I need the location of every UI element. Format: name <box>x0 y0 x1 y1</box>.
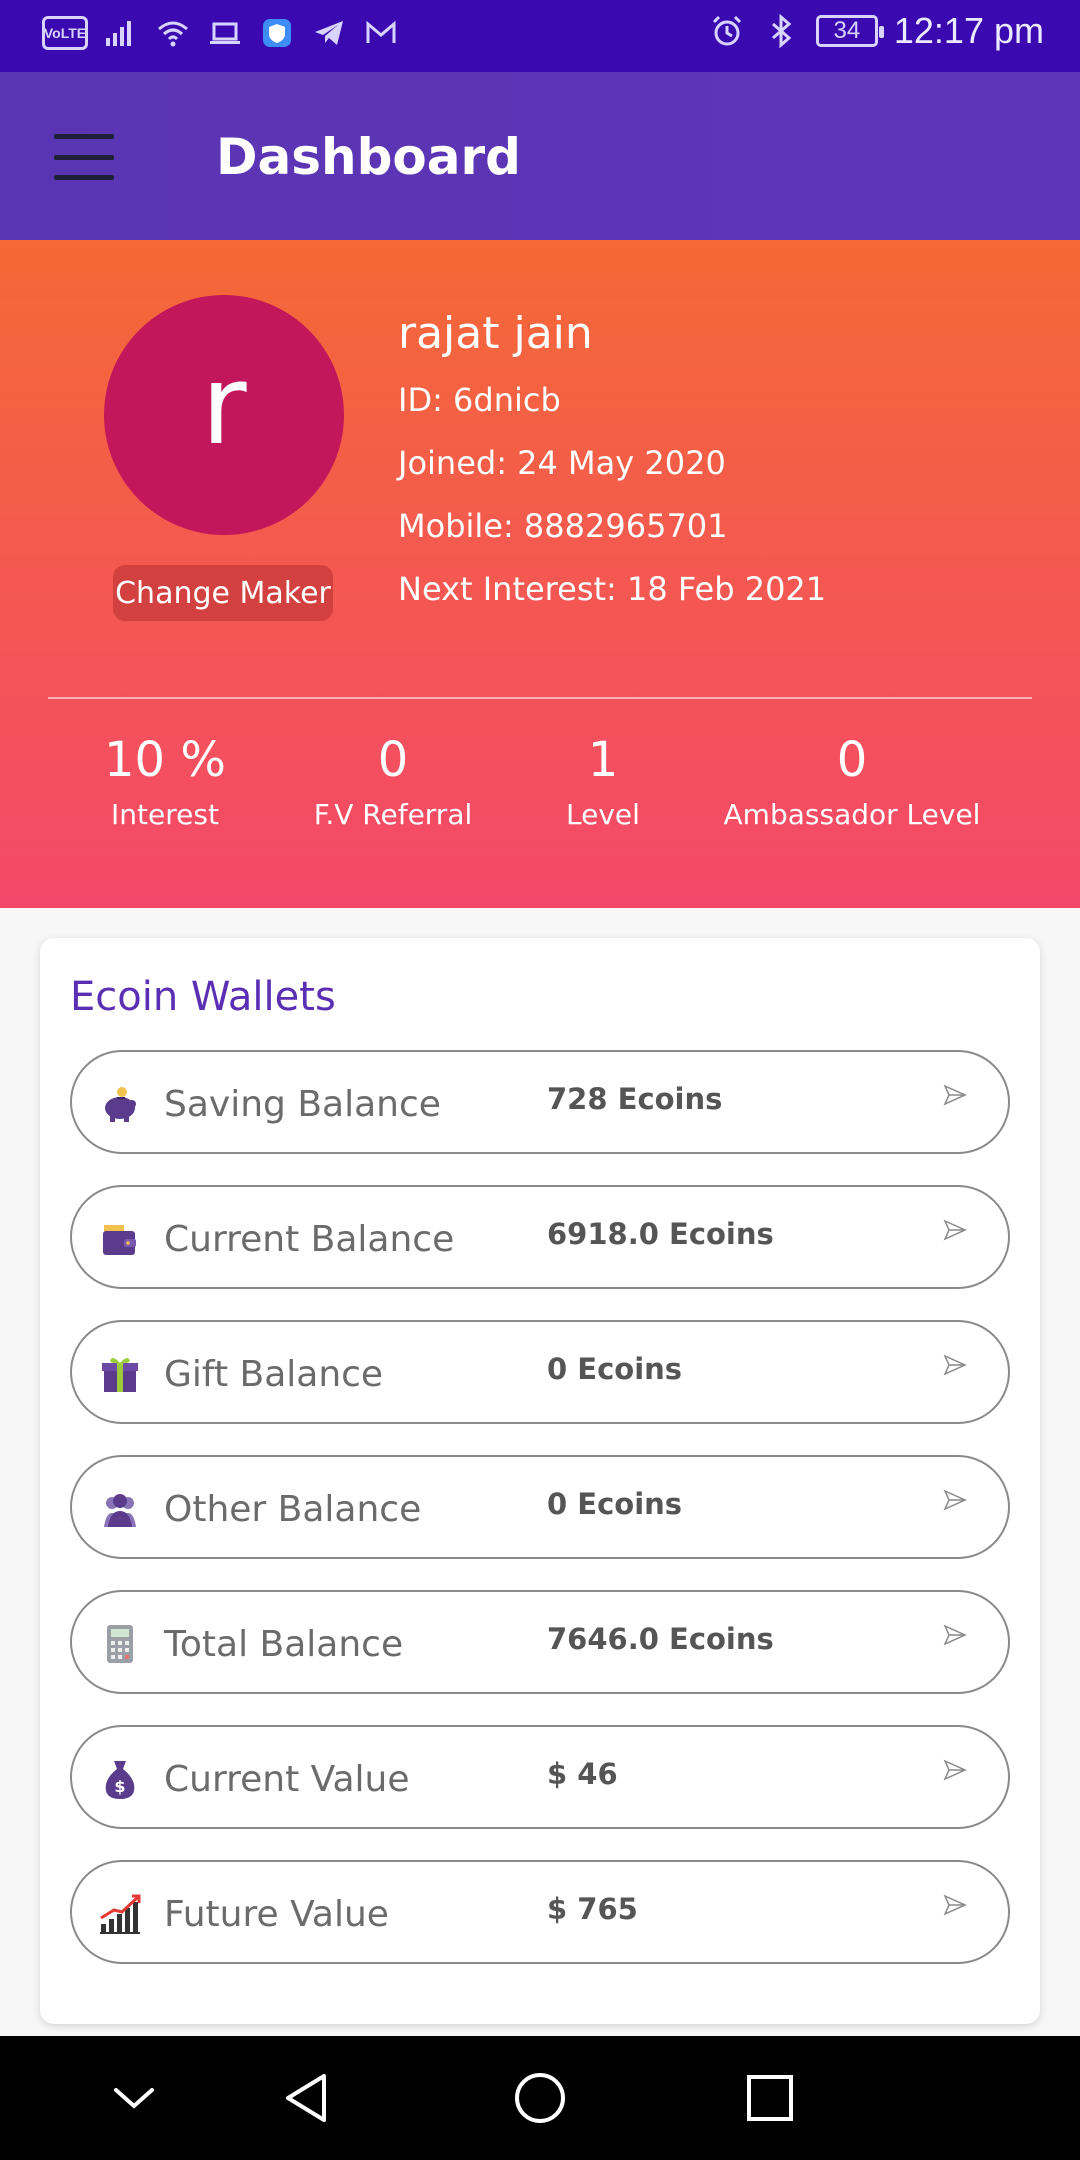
menu-icon[interactable] <box>54 134 114 180</box>
profile-header: r Change Maker rajat jain ID: 6dnicb Joi… <box>0 240 1080 908</box>
wallet-label: Current Balance <box>164 1219 455 1260</box>
wallet-value: 7646.0 Ecoins <box>547 1622 774 1656</box>
wallet-value: 0 Ecoins <box>547 1487 683 1521</box>
divider <box>48 697 1032 699</box>
signal-icon <box>102 14 140 52</box>
calculator-icon <box>98 1622 142 1666</box>
send-icon[interactable] <box>942 1082 968 1108</box>
wallet-row-current-value[interactable]: $ Current Value $ 46 <box>70 1725 1010 1829</box>
growth-chart-icon <box>98 1892 142 1936</box>
stat-value: 0 <box>836 732 868 788</box>
user-name: rajat jain <box>398 308 593 359</box>
send-icon[interactable] <box>942 1352 968 1378</box>
send-icon[interactable] <box>942 1757 968 1783</box>
send-icon[interactable] <box>942 1622 968 1648</box>
back-icon[interactable] <box>276 2066 340 2130</box>
send-icon[interactable] <box>942 1217 968 1243</box>
alarm-icon <box>708 12 746 50</box>
wallet-icon <box>98 1217 142 1261</box>
wallet-value: 6918.0 Ecoins <box>547 1217 774 1251</box>
status-bar: VoLTE 34 12:17 pm <box>0 0 1080 72</box>
home-icon[interactable] <box>508 2066 572 2130</box>
wallets-card: Ecoin Wallets Saving Balance 728 Ecoins … <box>40 938 1040 2024</box>
gmail-icon <box>362 14 400 52</box>
shield-icon <box>258 14 296 52</box>
bluetooth-icon <box>762 12 800 50</box>
stat-label: Ambassador Level <box>723 798 981 831</box>
wallet-value: 728 Ecoins <box>547 1082 723 1116</box>
wallet-label: Saving Balance <box>164 1084 441 1125</box>
money-bag-icon: $ <box>98 1757 142 1801</box>
wallet-row-other[interactable]: Other Balance 0 Ecoins <box>70 1455 1010 1559</box>
gift-icon <box>98 1352 142 1396</box>
wallet-label: Other Balance <box>164 1489 422 1530</box>
wallet-row-gift[interactable]: Gift Balance 0 Ecoins <box>70 1320 1010 1424</box>
stat-ambassador-level: 0 Ambassador Level <box>722 732 982 831</box>
mobile-number: Mobile: 8882965701 <box>398 507 728 545</box>
wallet-label: Total Balance <box>164 1624 404 1665</box>
profile-info: rajat jain ID: 6dnicb Joined: 24 May 202… <box>398 308 826 633</box>
stat-label: Interest <box>111 798 219 831</box>
wallet-value: 0 Ecoins <box>547 1352 683 1386</box>
wallet-row-current[interactable]: Current Balance 6918.0 Ecoins <box>70 1185 1010 1289</box>
page-title: Dashboard <box>216 128 521 186</box>
status-time: 12:17 pm <box>893 10 1044 51</box>
next-interest-date: Next Interest: 18 Feb 2021 <box>398 570 827 608</box>
joined-date: Joined: 24 May 2020 <box>398 444 726 482</box>
wallet-row-future-value[interactable]: Future Value $ 765 <box>70 1860 1010 1964</box>
send-icon[interactable] <box>942 1487 968 1513</box>
laptop-icon <box>206 14 244 52</box>
wallet-label: Current Value <box>164 1759 410 1800</box>
stat-interest: 10 % Interest <box>85 732 245 831</box>
app-bar: Dashboard <box>0 72 1080 240</box>
stat-label: F.V Referral <box>313 798 473 831</box>
chevron-down-icon[interactable] <box>102 2066 166 2130</box>
volte-indicator: VoLTE <box>42 16 88 50</box>
status-left: VoLTE <box>42 14 400 52</box>
status-right: 34 12:17 pm <box>708 10 1044 52</box>
wallet-value: $ 46 <box>547 1757 618 1791</box>
avatar[interactable]: r <box>104 295 344 535</box>
stat-level: 1 Level <box>543 732 663 831</box>
wallet-row-saving[interactable]: Saving Balance 728 Ecoins <box>70 1050 1010 1154</box>
rank-badge: Change Maker <box>113 565 333 621</box>
user-id: ID: 6dnicb <box>398 381 561 419</box>
stat-value: 10 % <box>104 732 226 788</box>
send-icon[interactable] <box>942 1892 968 1918</box>
piggy-bank-icon <box>98 1082 142 1126</box>
stat-value: 1 <box>587 732 619 788</box>
users-icon <box>98 1487 142 1531</box>
wallet-row-total[interactable]: Total Balance 7646.0 Ecoins <box>70 1590 1010 1694</box>
telegram-icon <box>310 14 348 52</box>
battery-indicator: 34 <box>815 15 884 47</box>
wallet-label: Gift Balance <box>164 1354 384 1395</box>
stat-value: 0 <box>377 732 409 788</box>
stat-fv-referral: 0 F.V Referral <box>298 732 488 831</box>
stat-label: Level <box>566 798 640 831</box>
svg-text:$: $ <box>114 1777 125 1796</box>
recents-icon[interactable] <box>738 2066 802 2130</box>
wallet-label: Future Value <box>164 1894 389 1935</box>
wifi-icon <box>154 14 192 52</box>
wallets-title: Ecoin Wallets <box>70 974 336 1020</box>
wallet-value: $ 765 <box>547 1892 638 1926</box>
system-nav-bar <box>0 2036 1080 2160</box>
